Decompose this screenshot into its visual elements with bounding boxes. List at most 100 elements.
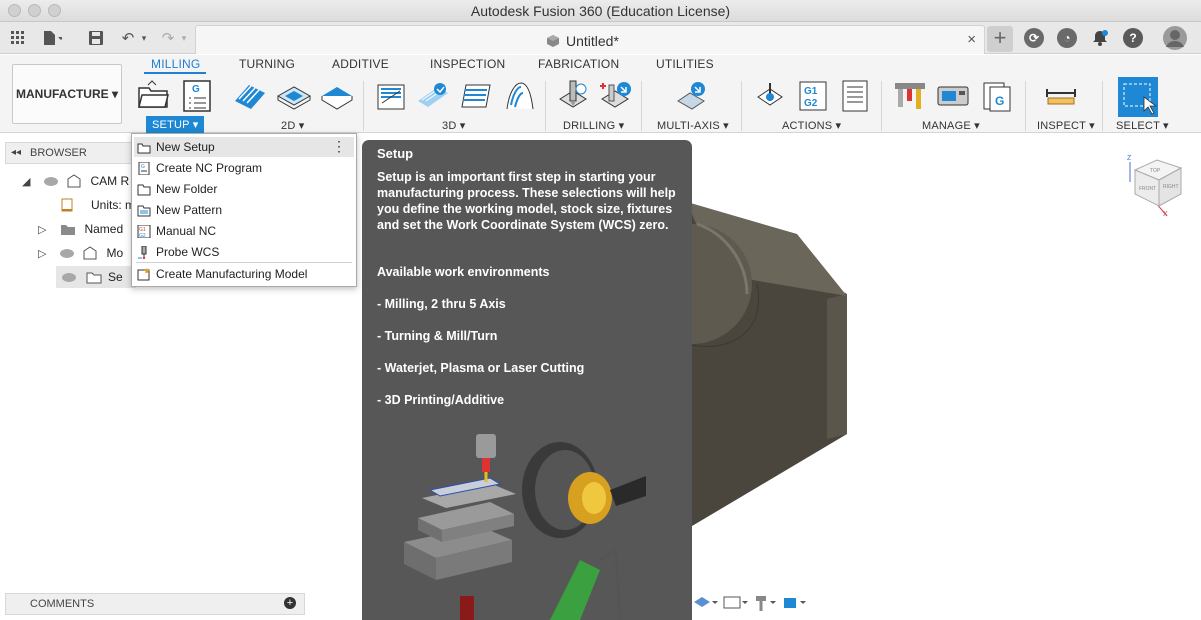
document-title: Untitled* [566, 33, 619, 49]
comments-panel[interactable]: COMMENTS + [5, 593, 305, 615]
save-icon[interactable] [86, 28, 106, 48]
expand-triangle-icon[interactable]: ▷ [38, 223, 46, 236]
tree-row-named-views[interactable]: ▷ Named [38, 218, 123, 240]
view-cube[interactable]: Z X TOP FRONT RIGHT [1125, 152, 1185, 218]
tree-row-label: Se [108, 270, 123, 284]
3d-group-dropdown[interactable]: 3D ▾ [442, 119, 465, 132]
manage-group-dropdown[interactable]: MANAGE ▾ [922, 119, 980, 132]
menu-item-manual-nc[interactable]: G1 G2 Manual NC [134, 221, 354, 241]
expand-triangle-icon[interactable]: ▷ [38, 247, 46, 260]
3d-pocket-icon[interactable] [416, 79, 450, 113]
more-options-kebab-icon[interactable]: ⋮ [332, 138, 346, 155]
setup-group-dropdown[interactable]: SETUP ▾ [146, 116, 205, 133]
tree-row-label: Mo [106, 246, 124, 260]
setup-sheet-icon[interactable] [838, 79, 872, 113]
visibility-eye-icon[interactable] [60, 248, 75, 258]
tab-fabrication[interactable]: FABRICATION [538, 57, 619, 71]
title-bar: Autodesk Fusion 360 (Education License) [0, 0, 1201, 22]
select-group-dropdown[interactable]: SELECT ▾ [1116, 119, 1169, 132]
tool-library-icon[interactable] [893, 79, 927, 113]
menu-item-probe-wcs[interactable]: Probe WCS [134, 242, 354, 262]
svg-text:G1: G1 [804, 86, 818, 97]
simulate-icon[interactable] [753, 79, 787, 113]
document-cube-icon [547, 35, 559, 47]
tree-row-models[interactable]: ▷ Mo [38, 242, 123, 264]
group-separator [1025, 81, 1026, 131]
svg-text:G2: G2 [804, 98, 818, 109]
display-settings-icon [694, 597, 710, 607]
job-status-clock-icon[interactable]: ◔ [1057, 28, 1077, 48]
help-icon[interactable]: ? [1123, 28, 1143, 48]
tab-milling[interactable]: MILLING [151, 57, 200, 71]
menu-item-new-setup[interactable]: New Setup ⋮ [134, 137, 354, 157]
add-comment-plus-icon[interactable]: + [284, 597, 296, 609]
svg-text:G2: G2 [139, 233, 146, 238]
post-process-icon[interactable]: G1G2 [796, 79, 830, 113]
user-avatar[interactable] [1162, 25, 1188, 51]
menu-item-new-folder[interactable]: New Folder [134, 179, 354, 199]
workspace-switcher[interactable]: MANUFACTURE ▾ [12, 64, 122, 124]
visibility-eye-icon[interactable] [62, 272, 76, 282]
tooltip-env-item: - Waterjet, Plasma or Laser Cutting [377, 361, 585, 375]
new-tab-plus-icon[interactable]: + [987, 26, 1013, 52]
tab-utilities[interactable]: UTILITIES [656, 57, 714, 71]
menu-item-create-nc-program[interactable]: G Create NC Program [134, 158, 354, 178]
folder-icon [61, 225, 76, 235]
undo-dropdown-icon[interactable]: ▾ [134, 28, 154, 48]
svg-text:Z: Z [1127, 155, 1132, 162]
collapse-browser-icon[interactable]: ◂◂ [11, 147, 21, 158]
tree-row-label: Named [84, 222, 124, 236]
3d-adaptive-icon[interactable] [374, 79, 408, 113]
post-library-icon[interactable]: G [980, 79, 1014, 113]
tree-row-cam-root[interactable]: ◢ CAM R [22, 170, 129, 192]
close-document-icon[interactable]: × [967, 31, 976, 48]
tool-display-icon [756, 596, 766, 601]
setup-folder-icon[interactable] [136, 79, 170, 113]
file-menu-icon[interactable] [42, 28, 62, 48]
2d-adaptive-icon[interactable] [233, 79, 267, 113]
tree-row-label: CAM R [90, 174, 130, 188]
visibility-eye-icon[interactable] [44, 176, 59, 186]
collapse-triangle-icon[interactable]: ◢ [22, 175, 30, 188]
select-window-icon[interactable] [1118, 77, 1158, 117]
tree-row-units[interactable]: Units: m [60, 194, 135, 216]
document-tab[interactable]: Untitled* × [195, 25, 985, 54]
3d-parallel-icon[interactable] [458, 79, 492, 113]
data-panel-grid-icon[interactable] [8, 28, 28, 48]
3d-contour-icon[interactable] [503, 79, 537, 113]
viewcube-right-label: RIGHT [1163, 184, 1179, 190]
tree-row-label: Units: m [91, 198, 136, 212]
menu-item-create-manufacturing-model[interactable]: Create Manufacturing Model [134, 264, 354, 284]
tooltip-illustration-image [404, 434, 646, 620]
2d-group-dropdown[interactable]: 2D ▾ [281, 119, 304, 132]
tooltip-env-heading: Available work environments [377, 265, 550, 279]
folder-icon [137, 184, 151, 195]
inspect-group-dropdown[interactable]: INSPECT ▾ [1037, 119, 1095, 132]
2d-face-icon[interactable] [320, 79, 354, 113]
2d-pocket-icon[interactable] [277, 79, 311, 113]
viewcube-top-label: TOP [1150, 168, 1161, 174]
extensions-icon[interactable]: ⟳ [1024, 28, 1044, 48]
menu-item-label: New Folder [156, 182, 218, 196]
group-separator [1102, 81, 1103, 131]
tab-inspection[interactable]: INSPECTION [430, 57, 505, 71]
tree-row-setup[interactable]: Se [56, 266, 136, 288]
drilling-group-dropdown[interactable]: DRILLING ▾ [563, 119, 624, 132]
hole-recognition-icon[interactable] [599, 79, 633, 113]
machine-library-icon[interactable] [936, 79, 970, 113]
tab-additive[interactable]: ADDITIVE [332, 57, 389, 71]
navigation-toolbar[interactable] [692, 592, 812, 614]
actions-group-dropdown[interactable]: ACTIONS ▾ [782, 119, 841, 132]
model-node-icon [83, 246, 97, 260]
menu-item-new-pattern[interactable]: New Pattern [134, 200, 354, 220]
tab-turning[interactable]: TURNING [239, 57, 295, 71]
measure-icon[interactable] [1044, 79, 1078, 113]
drill-icon[interactable] [556, 79, 590, 113]
multi-axis-group-dropdown[interactable]: MULTI-AXIS ▾ [657, 119, 729, 132]
tooltip-env-item: - 3D Printing/Additive [377, 393, 505, 407]
redo-dropdown-icon[interactable]: ▾ [174, 28, 194, 48]
multi-axis-icon[interactable] [674, 79, 708, 113]
nc-program-icon[interactable]: G [180, 79, 214, 113]
new-setup-icon [137, 143, 151, 153]
notifications-bell-icon[interactable] [1090, 28, 1110, 48]
